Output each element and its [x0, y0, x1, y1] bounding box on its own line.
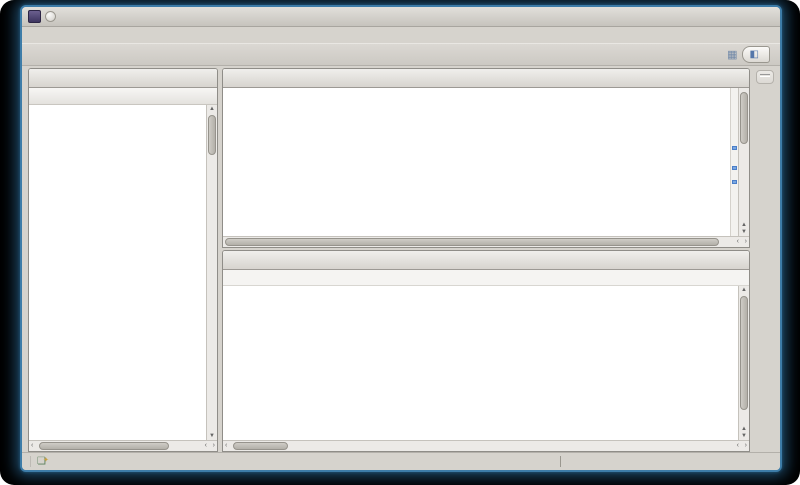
plugin-perspective-icon: ◧ — [750, 49, 759, 60]
console-output[interactable] — [223, 286, 738, 440]
scrollbar-thumb[interactable] — [39, 442, 169, 450]
scroll-up-icon[interactable]: ▲ — [739, 287, 749, 293]
scroll-down-icon[interactable]: ▼ — [739, 433, 749, 439]
scroll-down-icon[interactable]: ▼ — [207, 433, 217, 439]
background-job-icon[interactable]: ❏✦ — [30, 456, 49, 467]
explorer-tree-wrap: ▲ ▼ — [29, 105, 217, 440]
console-panel: ▲ ▲ ▼ ‹ ‹ › — [222, 250, 750, 452]
desktop-background: ▦ ◧ ▲ ▼ — [0, 0, 800, 485]
collapsed-view-strip — [754, 68, 776, 452]
project-tree[interactable] — [29, 105, 206, 440]
eclipse-window: ▦ ◧ ▲ ▼ — [20, 5, 782, 472]
scroll-up-icon[interactable]: ▲ — [739, 426, 749, 432]
scroll-left-icon[interactable]: ‹ — [737, 237, 739, 247]
explorer-horizontal-scrollbar[interactable]: ‹ ‹ › — [29, 440, 217, 451]
explorer-vertical-scrollbar[interactable]: ▲ ▼ — [206, 105, 217, 440]
scrollbar-thumb[interactable] — [740, 92, 748, 144]
scrollbar-thumb[interactable] — [225, 238, 719, 246]
editor-console-column: ▲ ▼ ‹ › — [222, 68, 750, 452]
fast-view-bar — [756, 70, 774, 84]
scroll-up-icon[interactable]: ▲ — [207, 106, 217, 112]
editor-body[interactable]: ▲ ▼ — [223, 88, 749, 236]
overview-ruler[interactable] — [730, 88, 738, 236]
scrollbar-thumb[interactable] — [208, 115, 216, 155]
explorer-view-toolbar — [29, 88, 217, 105]
scroll-left-icon[interactable]: ‹ — [31, 441, 33, 451]
scroll-left-icon[interactable]: ‹ — [225, 441, 227, 451]
scroll-down-icon[interactable]: ▼ — [739, 229, 749, 235]
annotation-mark[interactable] — [732, 146, 737, 150]
project-explorer-panel: ▲ ▼ ‹ ‹ › — [28, 68, 218, 452]
scroll-left-icon[interactable]: ‹ — [205, 441, 207, 451]
annotation-mark[interactable] — [732, 166, 737, 170]
scrollbar-thumb[interactable] — [740, 296, 748, 410]
console-header — [223, 270, 749, 286]
eclipse-app-icon — [28, 10, 41, 23]
scroll-right-icon[interactable]: › — [213, 441, 215, 451]
window-menu-icon[interactable] — [45, 11, 56, 22]
console-horizontal-scrollbar[interactable]: ‹ ‹ › — [223, 440, 749, 451]
main-toolbar: ▦ ◧ — [22, 43, 780, 66]
open-perspective-icon[interactable]: ▦ — [727, 48, 737, 61]
scroll-right-icon[interactable]: › — [745, 237, 747, 247]
scroll-up-icon[interactable]: ▲ — [739, 222, 749, 228]
editor-vertical-scrollbar[interactable]: ▲ ▼ — [738, 88, 749, 236]
scroll-left-icon[interactable]: ‹ — [737, 441, 739, 451]
annotation-mark[interactable] — [732, 180, 737, 184]
statusbar-separator — [560, 456, 561, 467]
menubar — [22, 27, 780, 43]
perspective-button-plugin-dev[interactable]: ◧ — [742, 46, 770, 63]
console-wrap: ▲ ▲ ▼ — [223, 286, 749, 440]
editor-panel: ▲ ▼ ‹ › — [222, 68, 750, 248]
new-badge-icon: ✦ — [43, 457, 49, 464]
bottom-view-tabs — [223, 251, 749, 270]
code-area[interactable] — [223, 88, 730, 236]
explorer-tabs — [29, 69, 217, 88]
perspective-bar: ▦ ◧ — [727, 46, 776, 63]
editor-horizontal-scrollbar[interactable]: ‹ › — [223, 236, 749, 247]
status-bar: ❏✦ — [22, 452, 780, 470]
scroll-right-icon[interactable]: › — [745, 441, 747, 451]
titlebar[interactable] — [22, 7, 780, 27]
scrollbar-thumb[interactable] — [233, 442, 288, 450]
editor-tabs — [223, 69, 749, 88]
drag-handle[interactable] — [760, 74, 770, 77]
console-vertical-scrollbar[interactable]: ▲ ▲ ▼ — [738, 286, 749, 440]
workbench-area: ▲ ▼ ‹ ‹ › — [22, 66, 780, 452]
